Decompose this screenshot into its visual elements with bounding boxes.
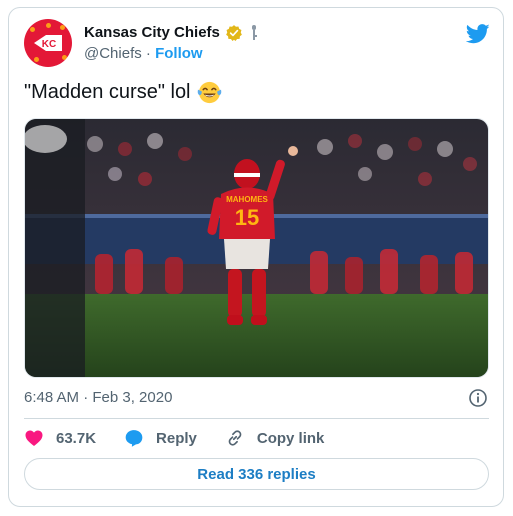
avatar[interactable]: KC: [24, 19, 72, 67]
avatar-confetti: [46, 23, 51, 28]
read-replies-label: Read 336 replies: [197, 465, 316, 483]
action-bar: 63.7K Reply Copy link: [24, 428, 352, 448]
author-name[interactable]: Kansas City Chiefs: [84, 24, 220, 42]
avatar-confetti: [62, 55, 67, 60]
copy-link-label: Copy link: [256, 429, 325, 447]
tweet-text: "Madden curse" lol: [24, 81, 191, 103]
divider: [24, 418, 489, 419]
author-name-row: Kansas City Chiefs: [84, 24, 259, 42]
tweet-text-row: "Madden curse" lol: [24, 78, 222, 106]
info-icon[interactable]: [468, 388, 488, 408]
heart-icon: [25, 430, 43, 446]
svg-text:KC: KC: [42, 39, 56, 50]
separator: ·: [145, 45, 151, 62]
author-handle-row: @Chiefs · Follow: [84, 45, 203, 63]
verified-badge-icon: [226, 25, 242, 41]
affiliation-badge-icon: [251, 25, 257, 40]
avatar-confetti: [34, 57, 39, 62]
link-icon: [228, 430, 242, 446]
follow-button[interactable]: Follow: [155, 45, 203, 62]
copy-link-button[interactable]: Copy link: [225, 428, 325, 448]
twitter-bird-icon[interactable]: [466, 24, 490, 44]
read-replies-button[interactable]: Read 336 replies: [24, 458, 489, 490]
tears-of-joy-emoji-icon: [197, 81, 221, 103]
avatar-confetti: [60, 25, 65, 30]
reply-button[interactable]: Reply: [124, 428, 197, 448]
mahomes-photo: MAHOMES 15: [25, 119, 488, 377]
like-count: 63.7K: [56, 429, 97, 447]
tweet-photo[interactable]: MAHOMES 15: [24, 118, 489, 378]
jersey-number: 15: [235, 205, 259, 230]
chiefs-arrowhead-icon: KC: [34, 35, 62, 51]
reply-label: Reply: [156, 429, 197, 447]
jersey-name: MAHOMES: [226, 195, 268, 204]
like-button[interactable]: 63.7K: [24, 428, 96, 448]
author-handle[interactable]: @Chiefs: [84, 45, 142, 62]
reply-bubble-icon: [125, 430, 143, 447]
tweet-timestamp[interactable]: 6:48 AM · Feb 3, 2020: [24, 388, 172, 408]
avatar-confetti: [30, 27, 35, 32]
